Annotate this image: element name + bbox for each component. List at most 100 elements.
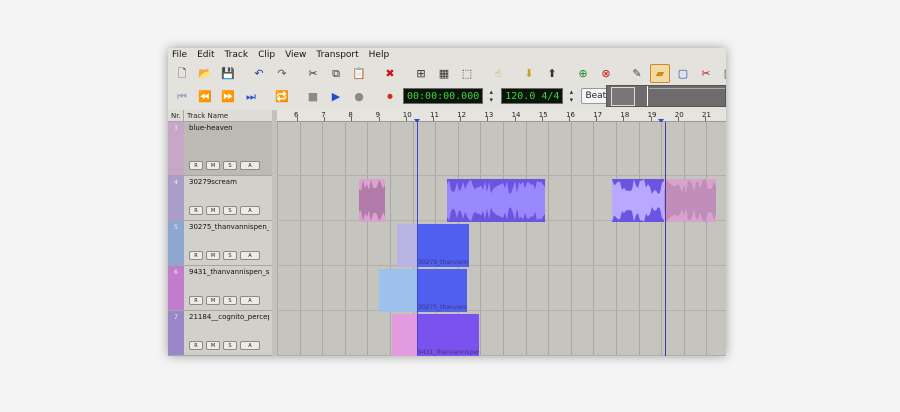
menu-clip[interactable]: Clip [258,50,275,60]
record-arm-button[interactable]: R [189,251,203,260]
menu-file[interactable]: File [172,50,187,60]
glue-button[interactable]: ⊞ [411,64,431,83]
ruler-bar-label: 10 [402,111,412,119]
track-header[interactable]: 6 9431_thanvannispen_sl R M S A [168,266,272,311]
track-name[interactable]: 30279scream [189,178,269,186]
redo-button[interactable]: ↷ [272,64,292,83]
play-button[interactable]: ▶ [326,87,346,106]
automation-button[interactable]: A [240,341,260,350]
mute-button[interactable]: M [206,161,220,170]
ruler-bar-label: 14 [511,111,521,119]
rewind-button[interactable]: ⏪ [195,87,215,106]
delete-button[interactable]: ✖ [380,64,400,83]
solo-button[interactable]: S [223,206,237,215]
undo-icon: ↶ [254,66,264,80]
part-tool-button[interactable]: ▰ [650,63,670,83]
record-arm-button[interactable]: R [189,296,203,305]
overview-viewport[interactable] [611,87,635,106]
goto-start-button[interactable]: ⏮ [172,87,192,106]
split-button[interactable]: ✂ [696,64,716,83]
open-folder-button[interactable]: 📂 [195,64,215,83]
undo-button[interactable]: ↶ [249,64,269,83]
save-button[interactable]: 💾 [218,64,238,83]
grid-line [638,122,640,356]
solo-button[interactable]: S [223,341,237,350]
automation-button[interactable]: A [240,251,260,260]
menu-help[interactable]: Help [369,50,390,60]
menu-edit[interactable]: Edit [197,50,214,60]
record-arm-button[interactable]: R [189,206,203,215]
piano-button[interactable]: ▥ [719,64,726,83]
record-arm-button[interactable]: R [189,341,203,350]
pointer-tool-button[interactable]: ☝ [488,64,508,83]
mute-button[interactable]: M [206,296,220,305]
track-header[interactable]: 5 30275_thanvannispen_ R M S A [168,221,272,266]
part-9431-b[interactable]: 9431_thanvannispen_sc [417,314,479,356]
automation-button[interactable]: A [240,161,260,170]
new-file-button[interactable]: 🗋 [172,64,192,83]
part-blue-heaven-4[interactable] [664,179,716,222]
paste-button[interactable]: 📋 [349,64,369,83]
select-all-icon: ▦ [438,66,450,80]
mute-button[interactable]: M [206,251,220,260]
punch-button[interactable]: ⏺ [380,87,400,106]
time-display[interactable]: 00:00:00.000 [403,88,484,104]
mute-button[interactable]: M [206,341,220,350]
solo-button[interactable]: S [223,161,237,170]
track-name[interactable]: blue-heaven [189,124,269,132]
part-blue-heaven-1[interactable] [359,179,385,222]
import-button[interactable]: ⬇ [519,64,539,83]
menu-track[interactable]: Track [225,50,249,60]
playhead[interactable] [417,122,418,356]
arranger-canvas[interactable]: 30279_thanvannispen_ 30275_thanvannispen_… [277,122,726,356]
part-30279scream-b[interactable]: 30279_thanvannispen_ [417,224,469,267]
grid-line [525,122,527,356]
grid-line [322,122,324,356]
part-30275-a[interactable] [379,269,417,312]
solo-button[interactable]: S [223,296,237,305]
record-arm-button[interactable]: R [189,161,203,170]
loop-button[interactable]: 🔁 [272,87,292,106]
copy-button[interactable]: ⧉ [326,64,346,83]
track-name[interactable]: 9431_thanvannispen_sl [189,268,269,276]
part-9431-a[interactable] [392,314,417,356]
stop-button[interactable]: ■ [303,87,323,106]
ruler-tick [514,117,516,121]
automation-button[interactable]: A [240,296,260,305]
record-button[interactable]: ● [349,87,369,106]
tempo-spin-icon[interactable]: ▴ ▾ [567,88,575,104]
fast-forward-button[interactable]: ⏩ [218,87,238,106]
track-number: 3 [174,125,178,132]
select-all-button[interactable]: ▦ [434,64,454,83]
export-button[interactable]: ⬆ [542,64,562,83]
track-header[interactable]: 3 blue-heaven R M S A [168,122,272,176]
cut-button[interactable]: ✂ [303,64,323,83]
part-30275-b[interactable]: 30275_thanvannispen_ [417,269,467,312]
menu-transport[interactable]: Transport [316,50,358,60]
menu-view[interactable]: View [285,50,306,60]
song-overview[interactable] [606,85,726,107]
part-blue-heaven-2[interactable] [447,179,545,222]
square-tool-button[interactable]: ▢ [673,64,693,83]
solo-button[interactable]: S [223,251,237,260]
time-spin-icon[interactable]: ▴ ▾ [487,88,495,104]
automation-button[interactable]: A [240,206,260,215]
track-name[interactable]: 30275_thanvannispen_ [189,223,269,231]
track-header[interactable]: 4 30279scream R M S A [168,176,272,221]
track-header[interactable]: 7 21184__cognito_percep R M S A [168,311,272,356]
remove-track-button[interactable]: ⊗ [596,64,616,83]
add-track-button[interactable]: ⊕ [573,64,593,83]
select-rect-button[interactable]: ⬚ [457,64,477,83]
mute-button[interactable]: M [206,206,220,215]
lane-divider [277,175,726,176]
pencil-button[interactable]: ✎ [627,64,647,83]
track-name[interactable]: 21184__cognito_percep [189,313,269,321]
goto-end-button[interactable]: ⏭ [241,87,261,106]
tempo-display[interactable]: 120.0 4/4 [501,88,564,104]
part-blue-heaven-3[interactable] [612,179,664,222]
part-30279scream-a[interactable] [397,224,417,267]
pencil-icon: ✎ [632,66,642,80]
end-marker[interactable] [665,122,666,356]
menubar: File Edit Track Clip View Transport Help [168,48,726,62]
timeline-ruler[interactable]: 6 7 8 9 10 11 12 13 14 15 16 17 18 19 20 21 [277,110,726,123]
